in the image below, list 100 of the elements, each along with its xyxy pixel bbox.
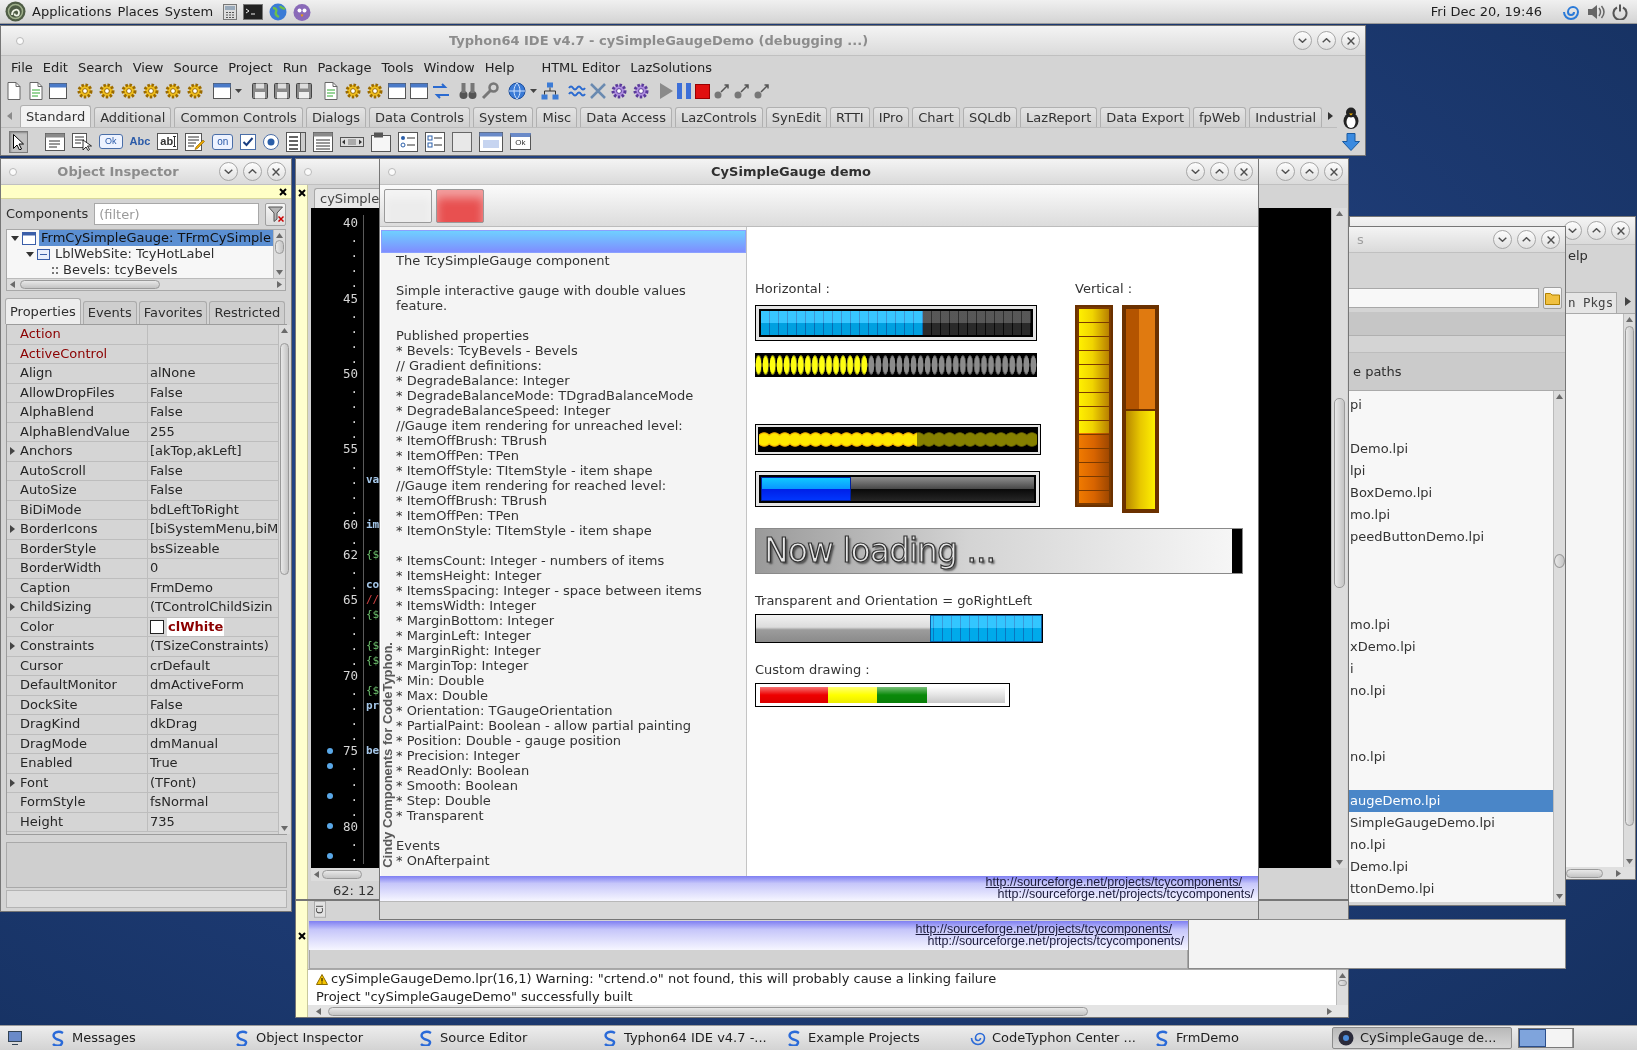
taskbar-button[interactable]: Object Inspector bbox=[228, 1027, 408, 1049]
logo-icon[interactable] bbox=[5, 1, 26, 22]
ball-arrow-icon[interactable] bbox=[734, 83, 750, 99]
property-value[interactable]: False bbox=[150, 461, 183, 480]
list-item[interactable]: i bbox=[1349, 658, 1553, 680]
vertical-scrollbar[interactable] bbox=[1331, 208, 1347, 868]
tab[interactable]: Favorites bbox=[138, 301, 208, 324]
palette-tab[interactable]: SynEdit bbox=[765, 107, 828, 127]
list-item[interactable]: no.lpi bbox=[1349, 746, 1553, 768]
list-icon[interactable] bbox=[313, 131, 334, 152]
gear-icon[interactable] bbox=[366, 82, 384, 100]
minimize-button[interactable] bbox=[1186, 162, 1205, 181]
window-icon[interactable] bbox=[49, 82, 67, 100]
palette-tab[interactable]: IPro bbox=[872, 107, 910, 127]
tree-item[interactable]: Bevels: tcyBevels bbox=[61, 262, 180, 278]
property-value[interactable]: crDefault bbox=[150, 656, 210, 675]
gear-icon[interactable] bbox=[344, 82, 362, 100]
menu-item[interactable]: View bbox=[127, 59, 169, 76]
horizontal-scrollbar[interactable] bbox=[311, 868, 380, 881]
palette-tab[interactable]: Common Controls bbox=[174, 107, 303, 127]
palette-tab[interactable]: LazControls bbox=[674, 107, 763, 127]
property-value[interactable]: 255 bbox=[150, 422, 175, 441]
website-link[interactable]: http://sourceforge.net/projects/tcycomponents/ bbox=[915, 923, 1184, 935]
menu-item[interactable]: Search bbox=[72, 59, 128, 76]
palette-tab[interactable]: Chart bbox=[912, 107, 960, 127]
menu-item[interactable]: File bbox=[6, 59, 38, 76]
scroll-thumb[interactable] bbox=[280, 343, 290, 575]
taskbar-button[interactable]: Typhon64 IDE v4.7 -... bbox=[596, 1027, 776, 1049]
menu-icon[interactable] bbox=[45, 132, 65, 151]
push-button-icon[interactable]: Ok bbox=[99, 134, 123, 149]
expand-arrow-icon[interactable] bbox=[9, 778, 15, 787]
scroll-right-icon[interactable] bbox=[277, 281, 282, 288]
workspace-tile[interactable] bbox=[1519, 1029, 1546, 1047]
scroll-thumb[interactable] bbox=[1566, 868, 1603, 878]
close-button[interactable] bbox=[1341, 31, 1360, 50]
scroll-up-icon[interactable] bbox=[1339, 973, 1346, 978]
menu-item[interactable]: Source bbox=[168, 59, 224, 76]
palette-tab[interactable]: Misc bbox=[536, 107, 578, 127]
taskbar-button[interactable]: Example Projects bbox=[780, 1027, 960, 1049]
maximize-button[interactable] bbox=[1317, 31, 1336, 50]
window-icon[interactable] bbox=[410, 82, 428, 100]
radio-button-icon[interactable] bbox=[263, 133, 280, 150]
maximize-button[interactable] bbox=[1210, 162, 1229, 181]
panel-menu[interactable]: Applications bbox=[32, 3, 112, 20]
scroll-thumb[interactable] bbox=[322, 870, 362, 879]
property-value[interactable]: 735 bbox=[150, 812, 175, 831]
scroll-left-icon[interactable] bbox=[314, 871, 319, 878]
scroll-thumb[interactable] bbox=[1625, 326, 1634, 826]
group-box-icon[interactable] bbox=[371, 131, 392, 152]
filter-field[interactable]: (filter) bbox=[94, 203, 260, 225]
taskbar-button[interactable]: FrmDemo bbox=[1148, 1027, 1328, 1049]
close-icon[interactable] bbox=[297, 932, 306, 940]
calculator-icon[interactable] bbox=[223, 3, 238, 20]
close-button[interactable] bbox=[267, 162, 286, 181]
workspace-switcher[interactable] bbox=[1518, 1028, 1574, 1048]
property-value[interactable]: False bbox=[150, 383, 183, 402]
horizontal-scrollbar[interactable] bbox=[1566, 867, 1635, 879]
vertical-scrollbar[interactable] bbox=[1623, 314, 1635, 867]
close-button[interactable] bbox=[1611, 221, 1630, 240]
note-pencil-icon[interactable] bbox=[185, 132, 206, 151]
list-item[interactable]: no.lpi bbox=[1349, 834, 1553, 856]
list-item[interactable]: SimpleGaugeDemo.lpi bbox=[1349, 812, 1553, 834]
panel-menu[interactable]: Places bbox=[117, 3, 159, 20]
tab[interactable]: Properties bbox=[5, 298, 81, 324]
expand-arrow-icon[interactable] bbox=[9, 525, 15, 534]
scroll-thumb[interactable] bbox=[1338, 980, 1347, 986]
palette-tab[interactable]: Additional bbox=[94, 107, 172, 127]
message-text[interactable]: cySimpleGaugeDemo.lpr(16,1) Warning: "crtend.o" not found, this will probably cause a linking failure bbox=[331, 971, 997, 987]
clock[interactable]: Fri Dec 20, 19:46 bbox=[1430, 3, 1542, 20]
tab[interactable]: Restricted bbox=[209, 301, 286, 324]
tab[interactable]: n Pkgs bbox=[1566, 292, 1618, 313]
list-item[interactable]: lpi bbox=[1349, 460, 1553, 482]
property-value[interactable]: 0 bbox=[150, 559, 159, 578]
scroll-thumb[interactable] bbox=[275, 240, 284, 254]
palette-tab[interactable]: RTTI bbox=[830, 107, 870, 127]
palette-tab[interactable]: System bbox=[473, 107, 534, 127]
square-icon[interactable] bbox=[452, 131, 473, 152]
property-value[interactable]: [biSystemMenu,biM bbox=[150, 520, 279, 539]
document-icon[interactable] bbox=[322, 82, 340, 100]
check-group-icon[interactable] bbox=[425, 131, 446, 152]
scroll-right-icon[interactable] bbox=[1616, 869, 1621, 877]
scroll-up-icon[interactable] bbox=[281, 328, 289, 333]
workspace-tile[interactable] bbox=[1546, 1029, 1573, 1047]
maximize-button[interactable] bbox=[1300, 162, 1319, 181]
down-arrow-icon[interactable] bbox=[1342, 133, 1360, 151]
property-value[interactable]: (TFont) bbox=[150, 773, 197, 792]
expand-arrow-icon[interactable] bbox=[9, 447, 15, 456]
scroll-left-icon[interactable] bbox=[316, 1008, 321, 1015]
property-value[interactable]: dkDrag bbox=[150, 715, 198, 734]
penguin-icon[interactable] bbox=[1342, 107, 1360, 129]
property-value[interactable]: alNone bbox=[150, 364, 196, 383]
list-item[interactable]: peedButtonDemo.lpi bbox=[1349, 526, 1553, 548]
property-value[interactable]: False bbox=[150, 695, 183, 714]
scroll-down-icon[interactable] bbox=[281, 826, 289, 831]
radio-group-icon[interactable] bbox=[398, 131, 419, 152]
website-link[interactable]: http://sourceforge.net/projects/tcycomponents/ bbox=[997, 888, 1254, 900]
message-text[interactable]: Project "cySimpleGaugeDemo" successfully built bbox=[316, 989, 633, 1005]
palette-tab[interactable]: Data Access bbox=[580, 107, 672, 127]
menu-item[interactable]: Help bbox=[479, 59, 520, 76]
caret-icon[interactable] bbox=[235, 89, 242, 93]
